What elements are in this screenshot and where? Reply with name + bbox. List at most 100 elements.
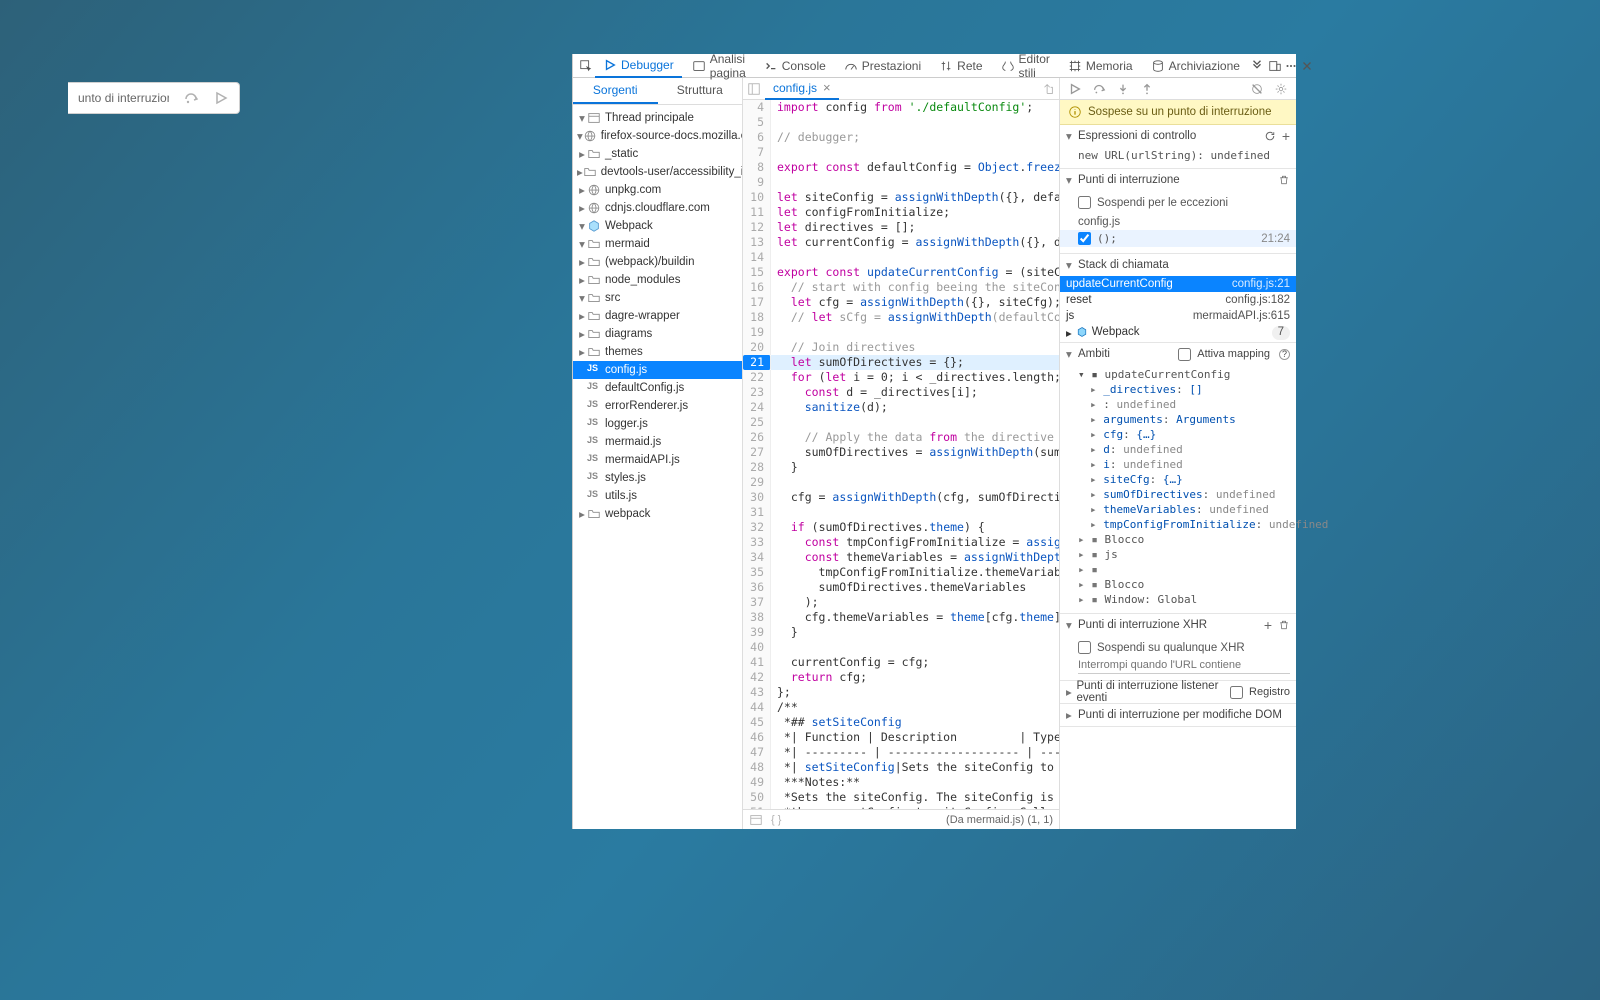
tab-memory[interactable]: Memoria — [1060, 54, 1141, 78]
settings-icon[interactable] — [1274, 82, 1288, 96]
braces-icon[interactable]: { } — [771, 814, 781, 826]
tab-performance[interactable]: Prestazioni — [836, 54, 929, 78]
pause-exc-checkbox[interactable] — [1078, 196, 1091, 209]
tree-thread[interactable]: ▾Thread principale — [573, 109, 742, 127]
kebab-icon[interactable] — [1284, 59, 1298, 73]
stack-frame[interactable]: jsmermaidAPI.js:615 — [1060, 308, 1296, 324]
watch-item[interactable]: new URL(urlString): undefined — [1060, 147, 1296, 168]
debug-controls — [1060, 78, 1296, 100]
tree-folder[interactable]: ▸dagre-wrapper — [573, 307, 742, 325]
bp-file[interactable]: config.js — [1078, 212, 1290, 228]
scope-block[interactable]: ▸ ▪ js — [1066, 547, 1290, 562]
step-out-icon[interactable] — [1140, 82, 1154, 96]
tree-file[interactable]: JSlogger.js — [573, 415, 742, 433]
scope-var[interactable]: ▸ i: undefined — [1078, 457, 1290, 472]
scope-var[interactable]: ▸ : undefined — [1078, 397, 1290, 412]
scope-var[interactable]: ▸ arguments: Arguments — [1078, 412, 1290, 427]
bp-checkbox[interactable] — [1078, 232, 1091, 245]
right-pane: Sospese su un punto di interruzione ▾Esp… — [1060, 78, 1296, 829]
tree-webpack[interactable]: ▾Webpack — [573, 217, 742, 235]
tree-folder[interactable]: ▸themes — [573, 343, 742, 361]
tab-console[interactable]: Console — [756, 54, 834, 78]
tab-network[interactable]: Rete — [931, 54, 990, 78]
tree-file[interactable]: JSerrorRenderer.js — [573, 397, 742, 415]
tree-host[interactable]: ▸cdnjs.cloudflare.com — [573, 199, 742, 217]
inspector-pick-icon[interactable] — [579, 59, 593, 73]
scope-block[interactable]: ▸ ▪ Window: Global — [1066, 592, 1290, 607]
resume-icon[interactable] — [213, 90, 229, 106]
xhr-any[interactable]: Sospendi su qualunque XHR — [1078, 638, 1290, 657]
stack-group[interactable]: ▸Webpack7 — [1060, 324, 1296, 342]
tree-folder[interactable]: ▸node_modules — [573, 271, 742, 289]
tab-debugger[interactable]: Debugger — [595, 54, 682, 78]
trash-icon[interactable] — [1278, 174, 1290, 186]
tab-inspector[interactable]: Analisi pagina — [684, 54, 754, 78]
step-over-icon[interactable] — [183, 90, 199, 106]
close-tab-icon[interactable]: × — [823, 80, 831, 95]
tree-folder[interactable]: ▸_static — [573, 145, 742, 163]
map-icon[interactable] — [749, 813, 763, 827]
tree-folder[interactable]: ▸(webpack)/buildin — [573, 253, 742, 271]
scope-var[interactable]: ▸ sumOfDirectives: undefined — [1078, 487, 1290, 502]
editor-tab-active[interactable]: config.js× — [765, 78, 839, 100]
add-watch-icon[interactable]: + — [1276, 128, 1290, 144]
tree-file[interactable]: JSdefaultConfig.js — [573, 379, 742, 397]
scope-block[interactable]: ▸ ▪ Blocco — [1066, 577, 1290, 592]
tab-label: Analisi pagina — [710, 52, 746, 80]
stack-frame[interactable]: resetconfig.js:182 — [1060, 292, 1296, 308]
resume-icon[interactable] — [1068, 82, 1082, 96]
tab-storage[interactable]: Archiviazione — [1143, 54, 1248, 78]
scope-var[interactable]: ▸ d: undefined — [1078, 442, 1290, 457]
tree-folder[interactable]: ▸diagrams — [573, 325, 742, 343]
mapping-toggle[interactable]: Attiva mapping? — [1178, 345, 1290, 364]
step-over-icon[interactable] — [1092, 82, 1106, 96]
section-title: Punti di interruzione — [1078, 174, 1180, 186]
sources-tab-sorgenti[interactable]: Sorgenti — [573, 78, 658, 104]
outline-toggle-icon[interactable] — [747, 82, 761, 96]
stack-frame[interactable]: updateCurrentConfigconfig.js:21 — [1060, 276, 1296, 292]
tab-label: Archiviazione — [1169, 59, 1240, 73]
jump-to-line-icon[interactable] — [1041, 82, 1055, 96]
deactivate-bp-icon[interactable] — [1250, 82, 1264, 96]
refresh-icon[interactable] — [1264, 130, 1276, 142]
tab-label: Rete — [957, 59, 982, 73]
scope-var[interactable]: ▸ cfg: {…} — [1078, 427, 1290, 442]
sources-tree[interactable]: ▾Thread principale ▾firefox-source-docs.… — [573, 105, 742, 829]
scope-var[interactable]: ▸ themeVariables: undefined — [1078, 502, 1290, 517]
tree-folder[interactable]: ▾mermaid — [573, 235, 742, 253]
tree-host[interactable]: ▾firefox-source-docs.mozilla.org — [573, 127, 742, 145]
pause-on-exceptions[interactable]: Sospendi per le eccezioni — [1078, 193, 1290, 212]
tree-file[interactable]: JSstyles.js — [573, 469, 742, 487]
section-scopes: ▾Ambiti Attiva mapping? ▾ ▪ updateCurren… — [1060, 343, 1296, 614]
section-watch: ▾Espressioni di controllo + new URL(urlS… — [1060, 125, 1296, 169]
log-toggle[interactable]: Registro — [1230, 683, 1290, 702]
tree-host[interactable]: ▸unpkg.com — [573, 181, 742, 199]
xhr-filter-input[interactable] — [1078, 657, 1290, 674]
bp-item[interactable]: (); 21:24 — [1060, 230, 1296, 247]
tree-file[interactable]: JSconfig.js — [573, 361, 742, 379]
tree-folder[interactable]: ▸devtools-user/accessibility_ins — [573, 163, 742, 181]
tree-file[interactable]: JSutils.js — [573, 487, 742, 505]
scope-var[interactable]: ▸ tmpConfigFromInitialize: undefined — [1078, 517, 1290, 532]
close-icon[interactable] — [1300, 59, 1314, 73]
scope-block[interactable]: ▸ ▪ — [1066, 562, 1290, 577]
scope-var[interactable]: ▸ siteCfg: {…} — [1078, 472, 1290, 487]
folder-icon — [587, 255, 601, 269]
tree-file[interactable]: JSmermaid.js — [573, 433, 742, 451]
responsive-icon[interactable] — [1268, 59, 1282, 73]
webpack-icon — [1076, 326, 1088, 338]
sources-tab-struttura[interactable]: Struttura — [658, 78, 743, 104]
help-icon[interactable]: ? — [1279, 349, 1290, 360]
step-in-icon[interactable] — [1116, 82, 1130, 96]
scope-var[interactable]: ▸ _directives: [] — [1078, 382, 1290, 397]
tabs-overflow-icon[interactable] — [1250, 59, 1264, 73]
tree-file[interactable]: JSmermaidAPI.js — [573, 451, 742, 469]
tree-folder[interactable]: ▸webpack — [573, 505, 742, 523]
code-editor[interactable]: 4import config from './defaultConfig';56… — [743, 100, 1059, 809]
tab-styleeditor[interactable]: Editor stili — [993, 54, 1058, 78]
scope-function[interactable]: ▾ ▪ updateCurrentConfig — [1066, 367, 1290, 382]
scope-block[interactable]: ▸ ▪ Blocco — [1066, 532, 1290, 547]
tree-folder[interactable]: ▾src — [573, 289, 742, 307]
add-icon[interactable]: + — [1264, 617, 1272, 633]
trash-icon[interactable] — [1278, 619, 1290, 631]
